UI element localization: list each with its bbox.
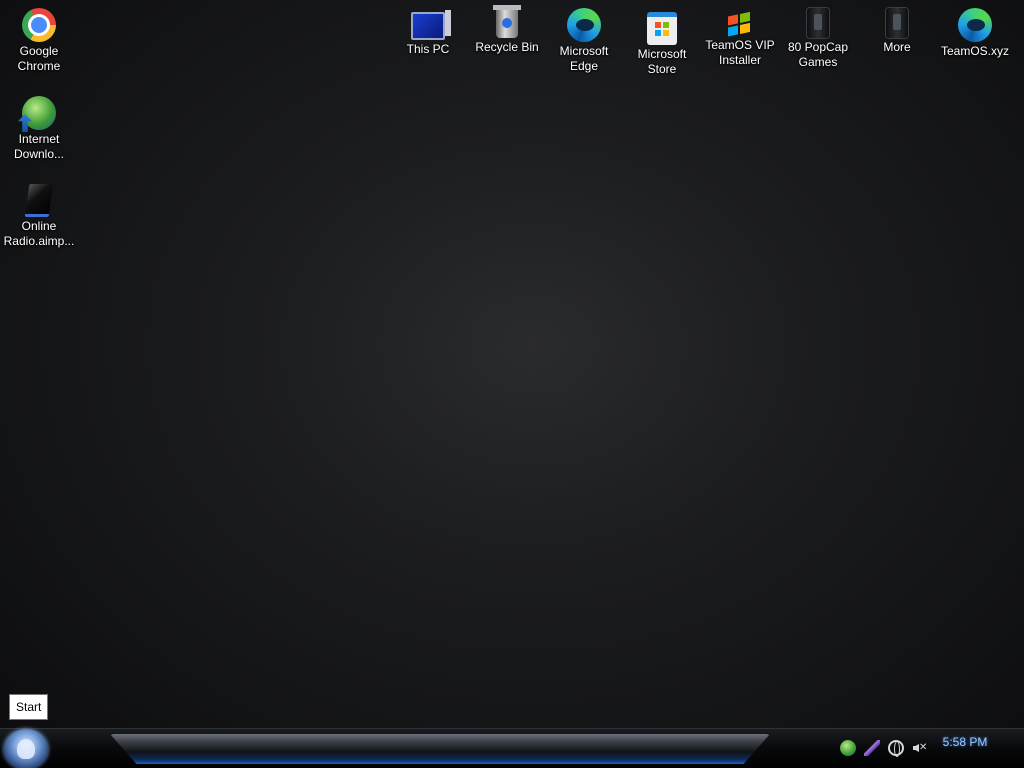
desktop-icon-google-chrome[interactable]: Google Chrome xyxy=(1,2,77,74)
taskbar-decoration xyxy=(110,734,770,764)
desktop-icon-microsoft-store[interactable]: Microsoft Store xyxy=(624,2,700,77)
desktop-icon-teamos-xyz[interactable]: TeamOS.xyz xyxy=(937,2,1013,59)
desktop-icon-label: Microsoft Edge xyxy=(559,44,609,73)
computer-icon xyxy=(411,10,451,40)
feather-tray-icon[interactable] xyxy=(864,740,880,756)
network-globe-icon[interactable] xyxy=(888,740,904,757)
recycle-bin-icon xyxy=(493,5,521,38)
desktop-icon-label: Microsoft Store xyxy=(637,47,687,76)
desktop-icon-label: More xyxy=(883,40,911,54)
start-tooltip: Start xyxy=(9,694,49,720)
start-button[interactable] xyxy=(4,729,48,768)
desktop-icon-this-pc[interactable]: This PC xyxy=(390,2,466,57)
installer-icon xyxy=(724,10,756,40)
desktop-icon-label: Internet Downlo... xyxy=(13,132,65,161)
desktop: Google Chrome Internet Downlo... Online … xyxy=(0,0,1024,728)
chrome-icon xyxy=(22,8,56,42)
edge-icon xyxy=(567,8,601,42)
desktop-icon-label: 80 PopCap Games xyxy=(787,40,849,69)
volume-muted-icon[interactable] xyxy=(912,740,928,756)
desktop-icon-label: Google Chrome xyxy=(17,44,61,73)
online-radio-icon xyxy=(24,184,54,217)
desktop-icon-more[interactable]: More xyxy=(859,2,935,55)
internet-download-manager-tray-icon[interactable] xyxy=(840,740,856,756)
desktop-icon-label: This PC xyxy=(406,42,450,56)
desktop-icon-label: Recycle Bin xyxy=(475,40,539,54)
folder-icon xyxy=(807,8,829,38)
desktop-icon-microsoft-edge[interactable]: Microsoft Edge xyxy=(546,2,622,74)
taskbar-clock[interactable]: 5:58 PM xyxy=(938,735,992,749)
desktop-icon-label: TeamOS.xyz xyxy=(940,44,1009,58)
store-icon xyxy=(647,12,677,45)
desktop-icon-80-popcap-games[interactable]: 80 PopCap Games xyxy=(780,2,856,70)
folder-icon xyxy=(886,8,908,38)
desktop-icon-label: Online Radio.aimp... xyxy=(3,219,75,248)
desktop-icon-recycle-bin[interactable]: Recycle Bin xyxy=(469,2,545,55)
internet-download-manager-icon xyxy=(22,96,56,130)
desktop-icon-online-radio[interactable]: Online Radio.aimp... xyxy=(1,178,77,249)
desktop-icon-label: TeamOS VIP Installer xyxy=(705,38,775,67)
desktop-icon-internet-download-manager[interactable]: Internet Downlo... xyxy=(1,90,77,162)
desktop-icon-teamos-vip-installer[interactable]: TeamOS VIP Installer xyxy=(702,2,778,68)
edge-icon xyxy=(958,8,992,42)
